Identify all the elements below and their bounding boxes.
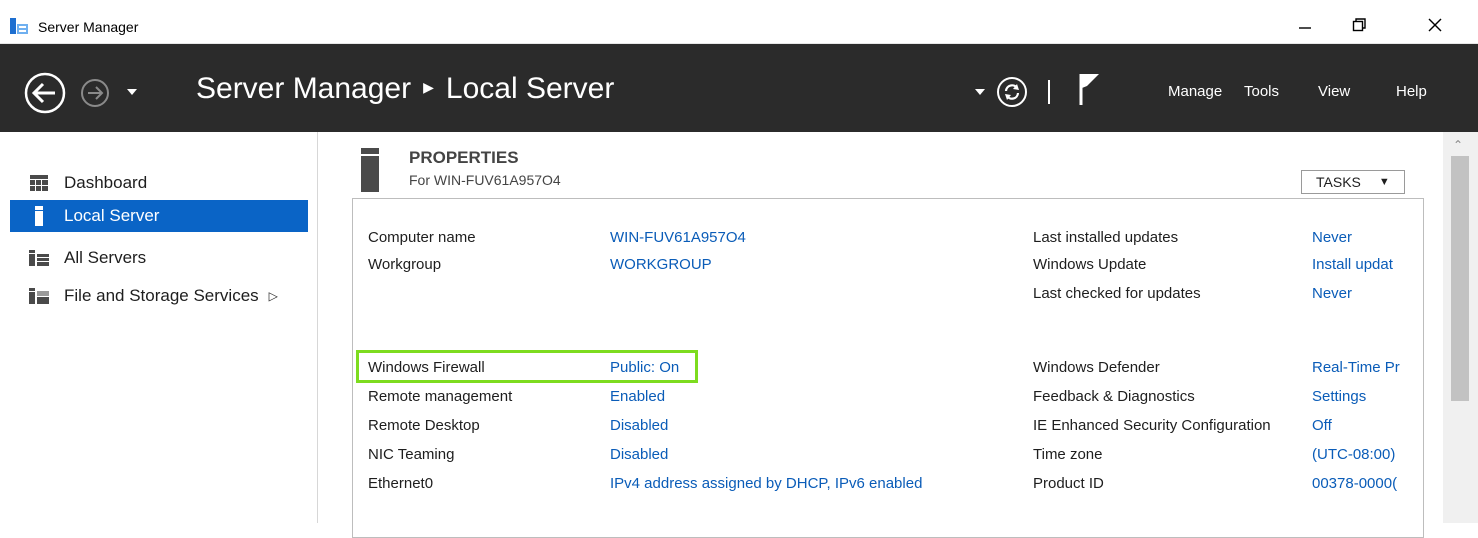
prop-label-ie-esc: IE Enhanced Security Configuration (1033, 417, 1271, 434)
prop-value-time-zone[interactable]: (UTC-08:00) (1312, 446, 1395, 463)
forward-arrow-icon[interactable] (80, 78, 110, 113)
sidebar-item-label: File and Storage Services (64, 286, 259, 305)
prop-label-windows-firewall: Windows Firewall (368, 359, 485, 376)
refresh-icon[interactable] (996, 76, 1028, 113)
prop-label-ethernet0: Ethernet0 (368, 475, 434, 492)
minimize-button[interactable] (1282, 10, 1328, 40)
breadcrumb-separator-icon: ▶ (423, 78, 434, 95)
storage-icon (28, 288, 50, 304)
sidebar-item-label: Dashboard (64, 173, 148, 192)
properties-panel: Computer name WIN-FUV61A957O4 Workgroup … (352, 198, 1424, 538)
tasks-dropdown-icon: ▼ (1378, 176, 1390, 188)
prop-label-remote-management: Remote management (368, 388, 513, 405)
breadcrumb-current: Local Server (445, 72, 615, 105)
prop-value-ie-esc[interactable]: Off (1312, 417, 1332, 434)
prop-value-product-id[interactable]: 00378-0000( (1312, 475, 1397, 492)
header-bar: Server Manager ▶ Local Server Manage Tools… (0, 44, 1478, 132)
sidebar-item-label: Local Server (64, 206, 160, 225)
properties-server-icon (361, 148, 379, 192)
sidebar-item-all-servers[interactable]: All Servers (10, 242, 308, 274)
tasks-button[interactable]: TASKS ▼ (1301, 170, 1405, 194)
submenu-arrow-icon[interactable]: ▷ (269, 289, 278, 303)
tasks-label: TASKS (1316, 174, 1361, 190)
prop-label-windows-update: Windows Update (1033, 256, 1147, 273)
prop-value-remote-desktop[interactable]: Disabled (610, 417, 668, 434)
prop-value-nic-teaming[interactable]: Disabled (610, 446, 668, 463)
notifications-flag-icon[interactable] (1078, 72, 1100, 111)
refresh-dropdown-icon[interactable] (974, 84, 986, 102)
menu-view[interactable]: View (1318, 83, 1350, 100)
prop-value-last-installed-updates[interactable]: Never (1312, 229, 1352, 246)
properties-subtitle: For WIN-FUV61A957O4 (409, 172, 561, 188)
prop-label-last-checked-updates: Last checked for updates (1033, 285, 1201, 302)
prop-value-windows-update[interactable]: Install updat (1312, 256, 1393, 273)
close-button[interactable] (1412, 10, 1458, 40)
prop-value-computer-name[interactable]: WIN-FUV61A957O4 (610, 229, 746, 246)
history-dropdown-icon[interactable] (126, 84, 138, 102)
prop-label-windows-defender: Windows Defender (1033, 359, 1160, 376)
server-icon (28, 206, 50, 226)
breadcrumb-root[interactable]: Server Manager (196, 72, 411, 105)
menu-tools[interactable]: Tools (1244, 83, 1279, 100)
prop-label-nic-teaming: NIC Teaming (368, 446, 455, 463)
prop-label-remote-desktop: Remote Desktop (368, 417, 480, 434)
prop-value-remote-management[interactable]: Enabled (610, 388, 665, 405)
prop-value-feedback-diagnostics[interactable]: Settings (1312, 388, 1366, 405)
prop-value-last-checked-updates[interactable]: Never (1312, 285, 1352, 302)
prop-label-workgroup: Workgroup (368, 256, 442, 273)
server-manager-app-icon (10, 18, 28, 34)
scroll-up-arrow-icon[interactable]: ⌃ (1453, 138, 1463, 152)
vertical-scrollbar[interactable]: ⌃ (1443, 132, 1478, 523)
servers-icon (28, 250, 50, 266)
menu-manage[interactable]: Manage (1168, 83, 1222, 100)
prop-value-ethernet0[interactable]: IPv4 address assigned by DHCP, IPv6 enab… (610, 475, 922, 492)
prop-label-time-zone: Time zone (1033, 446, 1103, 463)
prop-label-feedback-diagnostics: Feedback & Diagnostics (1033, 388, 1195, 405)
back-arrow-icon[interactable] (24, 72, 66, 119)
scrollbar-thumb[interactable] (1451, 156, 1469, 401)
prop-value-workgroup[interactable]: WORKGROUP (610, 256, 712, 273)
sidebar: Dashboard Local Server All Servers File … (0, 132, 318, 523)
restore-button[interactable] (1336, 10, 1382, 40)
breadcrumb: Server Manager ▶ Local Server (196, 72, 614, 106)
properties-title: PROPERTIES (409, 148, 519, 167)
dashboard-icon (28, 175, 50, 191)
menu-help[interactable]: Help (1396, 83, 1427, 100)
title-bar: Server Manager (0, 0, 1478, 44)
prop-value-windows-firewall[interactable]: Public: On (610, 359, 679, 376)
sidebar-item-local-server[interactable]: Local Server (10, 200, 308, 232)
window-title: Server Manager (38, 19, 139, 35)
prop-value-windows-defender[interactable]: Real-Time Pr (1312, 359, 1400, 376)
prop-label-last-installed-updates: Last installed updates (1033, 229, 1179, 246)
sidebar-item-label: All Servers (64, 248, 147, 267)
prop-label-product-id: Product ID (1033, 475, 1104, 492)
main-content: PROPERTIES For WIN-FUV61A957O4 TASKS ▼ C… (319, 132, 1478, 538)
prop-label-computer-name: Computer name (368, 229, 476, 246)
toolbar-divider (1048, 80, 1050, 104)
sidebar-item-dashboard[interactable]: Dashboard (10, 167, 308, 199)
sidebar-item-file-storage[interactable]: File and Storage Services ▷ (10, 280, 308, 312)
